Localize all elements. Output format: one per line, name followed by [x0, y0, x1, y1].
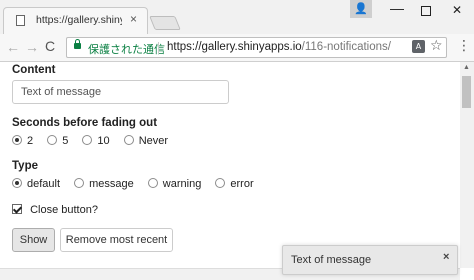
type-option-error[interactable]: error [215, 178, 254, 190]
vertical-scrollbar[interactable]: ▲ [460, 62, 474, 268]
reload-icon[interactable]: C [45, 38, 55, 54]
user-profile-icon[interactable]: 👤 [350, 0, 372, 18]
seconds-option-5[interactable]: 5 [47, 135, 68, 147]
minimize-button[interactable]: — [382, 0, 412, 20]
content-input[interactable] [12, 80, 229, 104]
close-window-button[interactable]: ✕ [442, 0, 472, 20]
tab-close-icon[interactable]: × [130, 12, 137, 26]
scroll-up-arrow-icon[interactable]: ▲ [463, 64, 470, 71]
close-button-checkbox-label: Close button? [30, 204, 98, 216]
url-text[interactable]: https://gallery.shinyapps.io/116-notific… [167, 41, 391, 53]
url-host: https://gallery.shinyapps.io [167, 41, 302, 53]
seconds-option-never[interactable]: Never [123, 135, 168, 147]
scrollbar-thumb[interactable] [462, 76, 471, 108]
seconds-radio-group: 2 5 10 Never [12, 135, 179, 149]
translate-icon[interactable]: A [412, 40, 425, 53]
type-radio-group: default message warning error [12, 178, 265, 192]
browser-toolbar: ← → C 保護された通信 https://gallery.shinyapps.… [0, 34, 474, 62]
radio-button[interactable] [12, 178, 22, 188]
page-content: Content Seconds before fading out 2 5 10… [0, 62, 460, 268]
close-button-checkbox[interactable] [12, 204, 22, 214]
type-option-warning[interactable]: warning [147, 178, 201, 190]
radio-button[interactable] [147, 178, 158, 188]
radio-button[interactable] [82, 135, 93, 145]
bookmark-star-icon[interactable]: ☆ [430, 38, 443, 54]
url-path: /116-notifications/ [301, 41, 391, 53]
tab-title: https://gallery.shinyapps [36, 14, 122, 26]
notification-toast: Text of message × [282, 245, 458, 275]
new-tab-button[interactable] [149, 16, 181, 30]
type-option-message[interactable]: message [74, 178, 134, 190]
address-bar[interactable]: 保護された通信 https://gallery.shinyapps.io/116… [66, 37, 447, 58]
browser-menu-icon[interactable]: ⋮ [457, 39, 471, 53]
back-arrow-icon[interactable]: ← [6, 39, 20, 55]
maximize-icon [421, 5, 431, 16]
seconds-option-2[interactable]: 2 [12, 135, 33, 147]
radio-button[interactable] [74, 178, 85, 188]
secure-connection-label[interactable]: 保護された通信 [88, 41, 165, 57]
browser-tab[interactable]: https://gallery.shinyapps × [3, 7, 148, 34]
close-button-option[interactable]: Close button? [12, 204, 98, 216]
notification-close-icon[interactable]: × [443, 251, 449, 263]
type-option-default[interactable]: default [12, 178, 60, 190]
radio-button[interactable] [215, 178, 226, 188]
content-label: Content [12, 64, 56, 76]
notification-text: Text of message [291, 254, 372, 266]
seconds-option-10[interactable]: 10 [82, 135, 110, 147]
radio-button[interactable] [123, 135, 134, 145]
maximize-button[interactable] [411, 0, 441, 20]
type-label: Type [12, 160, 38, 172]
show-button[interactable]: Show [12, 228, 55, 252]
address-separator [158, 42, 159, 54]
seconds-label: Seconds before fading out [12, 117, 158, 129]
page-icon [16, 15, 25, 26]
remove-most-recent-button[interactable]: Remove most recent [60, 228, 173, 252]
radio-button[interactable] [47, 135, 58, 145]
browser-tab-strip: https://gallery.shinyapps × 👤 — ✕ [0, 0, 474, 34]
forward-arrow-icon[interactable]: → [25, 39, 39, 55]
lock-icon[interactable] [74, 39, 81, 49]
radio-button[interactable] [12, 135, 22, 145]
